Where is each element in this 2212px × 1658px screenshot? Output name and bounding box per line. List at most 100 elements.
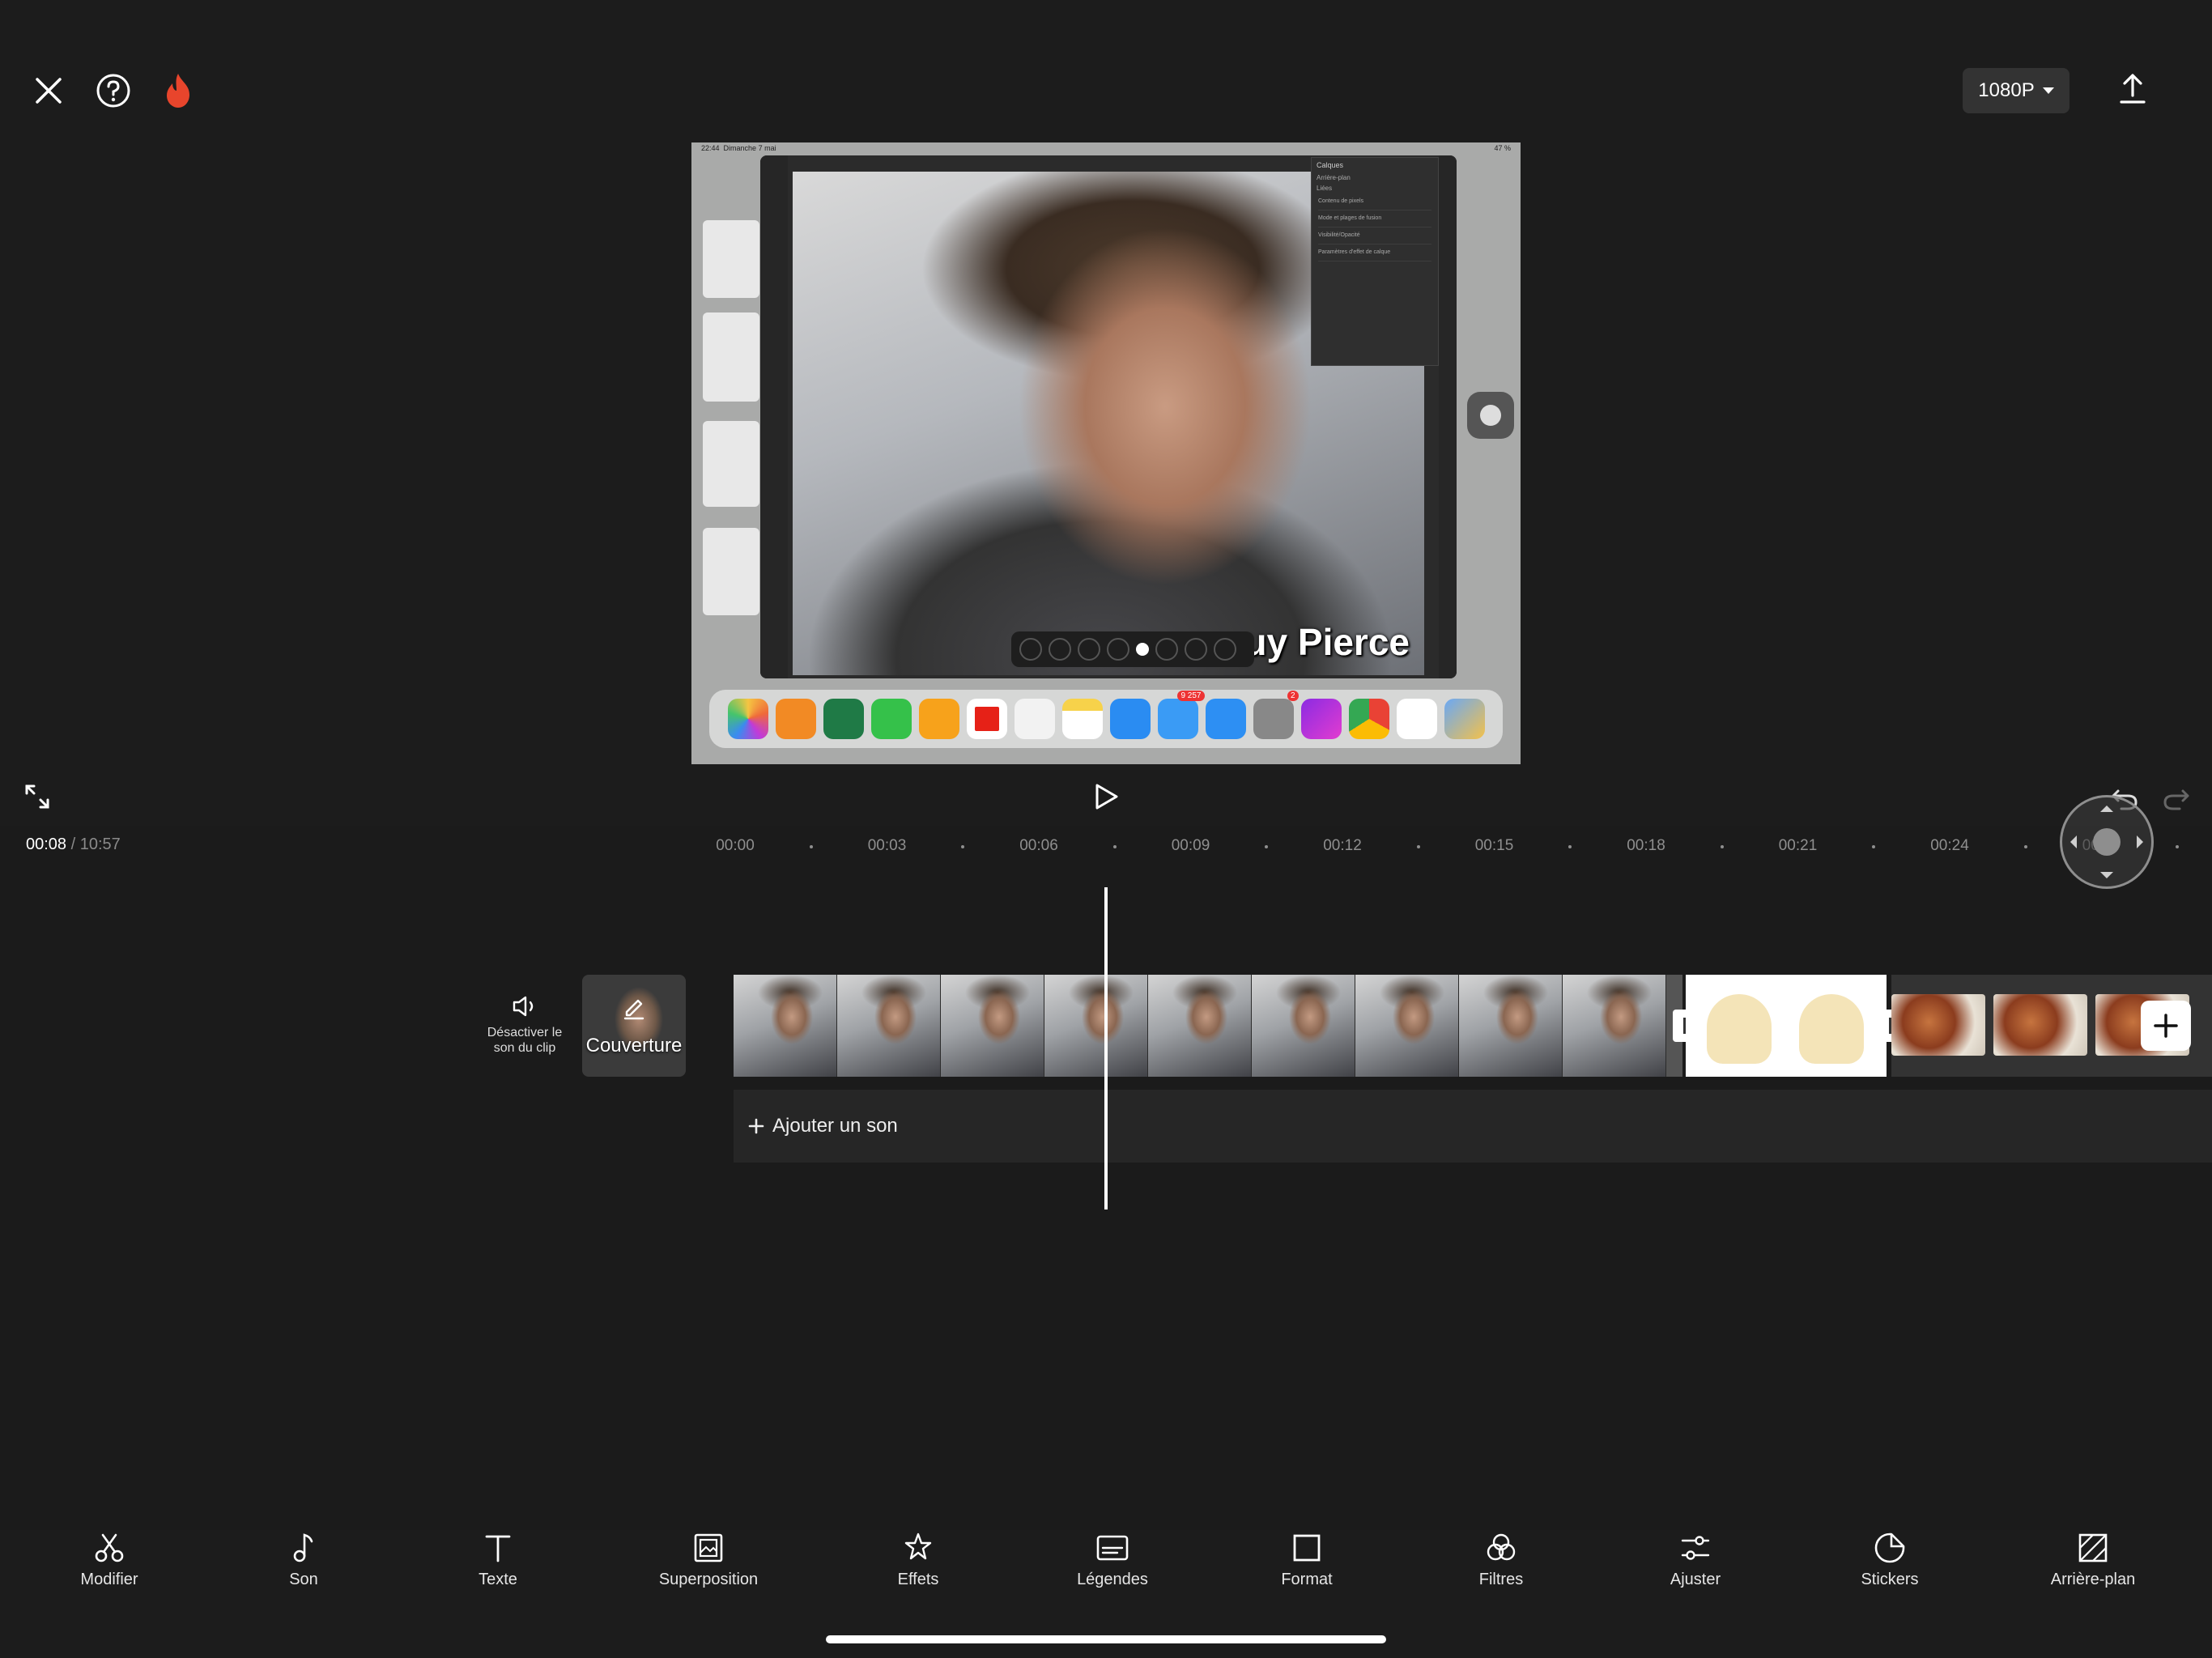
- tool-label: Texte: [479, 1571, 517, 1588]
- keynote-app-icon: [775, 699, 816, 739]
- app-library-icon: [1444, 699, 1485, 739]
- tool-l-gendes[interactable]: Légendes: [1032, 1530, 1193, 1589]
- export-icon: [2120, 74, 2146, 104]
- time-separator: /: [70, 835, 76, 853]
- clip-frame: [734, 975, 837, 1077]
- tool-filtres[interactable]: Filtres: [1420, 1530, 1582, 1589]
- fullscreen-icon: [25, 784, 49, 809]
- tool-format[interactable]: Format: [1226, 1530, 1388, 1589]
- tool-ajuster[interactable]: Ajuster: [1614, 1530, 1776, 1589]
- tool-label: Modifier: [80, 1571, 138, 1588]
- excel-app-icon: [823, 699, 864, 739]
- tool-label: Ajuster: [1670, 1571, 1721, 1588]
- playhead[interactable]: [1104, 887, 1108, 1209]
- brush-dial: [1049, 638, 1071, 661]
- video-clip-cartoon[interactable]: [1686, 975, 1887, 1077]
- clip-frame: [837, 975, 941, 1077]
- cartoon-llama: [1707, 994, 1772, 1064]
- ruler-label: 00:03: [867, 837, 907, 854]
- total-time: 10:57: [79, 835, 121, 853]
- photo-editor-window: uy Pierce Calques Arrière-plan Liées Con…: [760, 155, 1457, 678]
- settings-badge: 2: [1287, 691, 1299, 701]
- ruler-label: 00:00: [716, 837, 755, 854]
- filters-icon: [1487, 1533, 1516, 1561]
- resolution-dropdown[interactable]: 1080P: [1963, 68, 2069, 113]
- panel-option: Mode et plages de fusion: [1318, 215, 1431, 227]
- settings-app-icon: 2: [1253, 691, 1299, 739]
- brush-dial: [1185, 638, 1207, 661]
- tool-superposition[interactable]: Superposition: [627, 1530, 789, 1589]
- time-ruler[interactable]: 00:00 00:03 00:06 00:09 00:12 00:15 00:18 00:21…: [713, 834, 2212, 858]
- slideover-app: [703, 312, 759, 402]
- close-button[interactable]: [16, 58, 81, 123]
- fullscreen-button[interactable]: [5, 764, 70, 829]
- play-button[interactable]: [1074, 764, 1138, 829]
- video-clip-portrait[interactable]: [734, 975, 1682, 1077]
- pages-app-icon: [918, 699, 959, 739]
- ruler-dot: [809, 845, 813, 848]
- studio-sidebar: [1439, 155, 1457, 678]
- brush-dial: [1107, 638, 1129, 661]
- tool-texte[interactable]: Texte: [417, 1530, 579, 1589]
- play-icon: [1095, 784, 1118, 810]
- pencil-icon: [623, 999, 644, 1020]
- caret-down-icon: [2042, 87, 2054, 94]
- tool-arri-re-plan[interactable]: Arrière-plan: [2012, 1530, 2174, 1589]
- clip-frame: [1459, 975, 1563, 1077]
- assistive-joystick[interactable]: [2060, 795, 2154, 889]
- help-button[interactable]: [81, 58, 146, 123]
- current-time: 00:08: [26, 835, 67, 853]
- bottom-toolbar: Modifier Son Texte Superposition Effets Légen…: [0, 1530, 2212, 1619]
- tool-stickers[interactable]: Stickers: [1809, 1530, 1971, 1589]
- tool-effets[interactable]: Effets: [837, 1530, 999, 1589]
- ruler-label: 00:09: [1171, 837, 1210, 854]
- brush-dial: [1155, 638, 1178, 661]
- layers-panel: Calques Arrière-plan Liées Contenu de pi…: [1311, 157, 1439, 366]
- photo-caption: uy Pierce: [1244, 621, 1410, 663]
- clip-frame: [1563, 975, 1666, 1077]
- tool-son[interactable]: Son: [223, 1530, 385, 1589]
- brush-settings-bar: [1011, 631, 1254, 667]
- food-frame: [1891, 994, 1985, 1056]
- ipad-status-time: 22:44: [701, 144, 720, 152]
- ipad-status-date: Dimanche 7 mai: [723, 144, 776, 152]
- overlay-icon: [694, 1533, 723, 1562]
- files-app-icon: [1205, 699, 1246, 739]
- safari-app-icon: [1109, 699, 1151, 739]
- export-button[interactable]: [2100, 57, 2165, 121]
- add-clip-button[interactable]: [2141, 1001, 2191, 1051]
- tool-modifier[interactable]: Modifier: [28, 1530, 190, 1589]
- ruler-dot: [961, 845, 965, 848]
- timecode: 00:08 / 10:57: [26, 835, 121, 854]
- ruler-dot: [1265, 845, 1269, 848]
- video-preview[interactable]: 22:44 Dimanche 7 mai 47 % uy Pierce Calq…: [691, 142, 1521, 764]
- mute-clip-button[interactable]: Désactiver le son du clip: [476, 994, 573, 1056]
- ipad-battery: 47 %: [1494, 144, 1511, 152]
- redo-button[interactable]: [2144, 766, 2209, 831]
- add-sound-track[interactable]: Ajouter un son: [734, 1090, 2212, 1163]
- ruler-dot: [2176, 845, 2180, 848]
- layer-name: Arrière-plan: [1317, 174, 1351, 181]
- effects-star-icon: [904, 1533, 932, 1560]
- ruler-label: 00:24: [1930, 837, 1969, 854]
- cover-button[interactable]: Couverture: [582, 975, 686, 1077]
- speaker-icon: [513, 996, 534, 1017]
- mail-badge: 9 257: [1177, 691, 1205, 701]
- ruler-dot: [1872, 845, 1876, 848]
- add-sound-label: Ajouter un son: [772, 1115, 898, 1137]
- slideover-app: [703, 220, 759, 298]
- home-indicator[interactable]: [826, 1635, 1386, 1643]
- flame-icon: [167, 74, 189, 108]
- tool-label: Son: [289, 1571, 318, 1588]
- close-icon: [36, 78, 62, 104]
- ruler-dot: [1112, 845, 1117, 848]
- ruler-label: 00:18: [1627, 837, 1665, 854]
- premium-button[interactable]: [146, 58, 211, 123]
- plus-icon: [2154, 1014, 2178, 1038]
- background-icon: [2078, 1533, 2108, 1562]
- ipad-status-bar: 22:44 Dimanche 7 mai 47 %: [691, 142, 1521, 154]
- panel-option: Contenu de pixels: [1318, 198, 1431, 210]
- affinity-app-icon: [1300, 699, 1342, 739]
- youtube-app-icon: [966, 699, 1007, 739]
- photos-app-icon: [727, 699, 768, 739]
